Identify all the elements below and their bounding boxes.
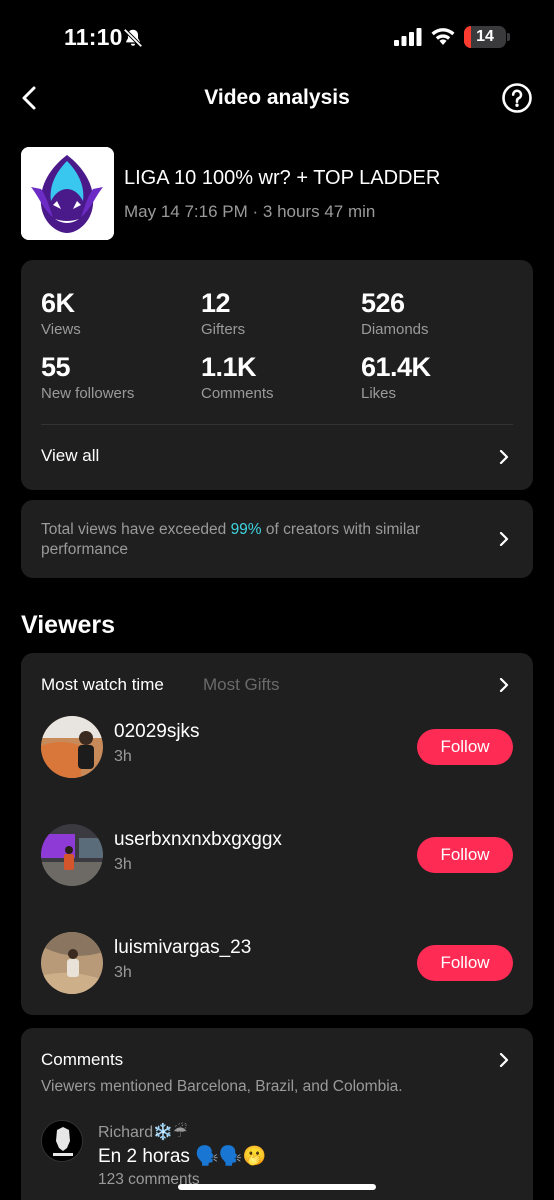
home-indicator[interactable] (178, 1184, 376, 1190)
battery-level: 14 (476, 28, 494, 45)
stat-value: 55 (41, 352, 71, 382)
commenter-name: Richard❄️☔ (98, 1124, 188, 1141)
stat-value: 61.4K (361, 352, 431, 382)
stats-card: 6K Views 12 Gifters 526 Diamonds 55 New … (21, 260, 533, 490)
view-all-label: View all (41, 446, 100, 465)
insight-card[interactable]: Total views have exceeded 99% of creator… (21, 500, 533, 578)
avatar[interactable] (41, 824, 103, 886)
logo-image (21, 147, 114, 240)
viewer-time: 3h (114, 856, 132, 873)
status-time: 11:10 (64, 24, 123, 50)
tab-most-gifts[interactable]: Most Gifts (203, 675, 280, 695)
chevron-right-icon (499, 532, 509, 546)
stat-label: Views (41, 321, 81, 338)
view-all-button[interactable]: View all (41, 446, 513, 470)
stat-views: 6K Views (41, 288, 191, 338)
avatar[interactable] (41, 716, 103, 778)
viewer-name: userbxnxnxbxgxggx (114, 829, 282, 850)
viewer-row[interactable]: luismivargas_23 3h Follow (41, 932, 513, 996)
comments-summary: Viewers mentioned Barcelona, Brazil, and… (41, 1078, 403, 1095)
stat-label: Likes (361, 385, 397, 402)
chevron-right-icon[interactable] (497, 1053, 511, 1067)
stat-likes: 61.4K Likes (361, 352, 511, 402)
viewer-time: 3h (114, 748, 132, 765)
status-bar: 11:10 14 (0, 0, 554, 70)
follow-button[interactable]: Follow (417, 945, 513, 981)
tab-most-watch-time[interactable]: Most watch time (41, 675, 164, 695)
question-circle-icon[interactable] (501, 82, 533, 114)
stat-value: 526 (361, 288, 405, 318)
stat-label: Diamonds (361, 321, 429, 338)
chevron-right-icon (499, 450, 509, 464)
viewers-section-title: Viewers (21, 611, 116, 639)
viewer-row[interactable]: 02029sjks 3h Follow (41, 716, 513, 780)
comments-title: Comments (41, 1050, 124, 1069)
stat-diamonds: 526 Diamonds (361, 288, 511, 338)
cellular-signal-icon (394, 28, 422, 46)
video-meta: May 14 7:16 PM · 3 hours 47 min (124, 202, 376, 221)
page-title: Video analysis (204, 86, 350, 109)
stat-value: 1.1K (201, 352, 257, 382)
video-thumbnail[interactable] (21, 147, 114, 240)
viewer-name: luismivargas_23 (114, 937, 252, 958)
video-title: LIGA 10 100% wr? + TOP LADDER (124, 167, 441, 189)
stat-label: New followers (41, 385, 135, 402)
comment-text: En 2 horas 🗣️🗣️🫢 (98, 1146, 267, 1167)
avatar[interactable] (41, 932, 103, 994)
stat-gifters: 12 Gifters (201, 288, 351, 338)
stat-new-followers: 55 New followers (41, 352, 191, 402)
viewers-card: Most watch time Most Gifts 02029sjks 3h … (21, 653, 533, 1015)
stat-label: Gifters (201, 321, 246, 338)
wifi-icon (431, 28, 455, 45)
viewer-row[interactable]: userbxnxnxbxgxggx 3h Follow (41, 824, 513, 888)
comments-card[interactable]: Comments Viewers mentioned Barcelona, Br… (21, 1028, 533, 1200)
stat-comments: 1.1K Comments (201, 352, 351, 402)
divider (41, 424, 513, 425)
insight-highlight: 99% (230, 521, 262, 538)
bell-slash-icon (123, 28, 143, 48)
follow-button[interactable]: Follow (417, 729, 513, 765)
stat-label: Comments (201, 385, 274, 402)
stat-value: 12 (201, 288, 231, 318)
avatar[interactable] (41, 1120, 83, 1162)
battery-icon: 14 (464, 26, 506, 48)
stat-value: 6K (41, 288, 75, 318)
viewer-name: 02029sjks (114, 721, 200, 742)
chevron-right-icon[interactable] (497, 678, 511, 692)
viewer-time: 3h (114, 964, 132, 981)
nav-header: Video analysis (0, 74, 554, 122)
insight-text: Total views have exceeded 99% of creator… (41, 521, 421, 558)
follow-button[interactable]: Follow (417, 837, 513, 873)
